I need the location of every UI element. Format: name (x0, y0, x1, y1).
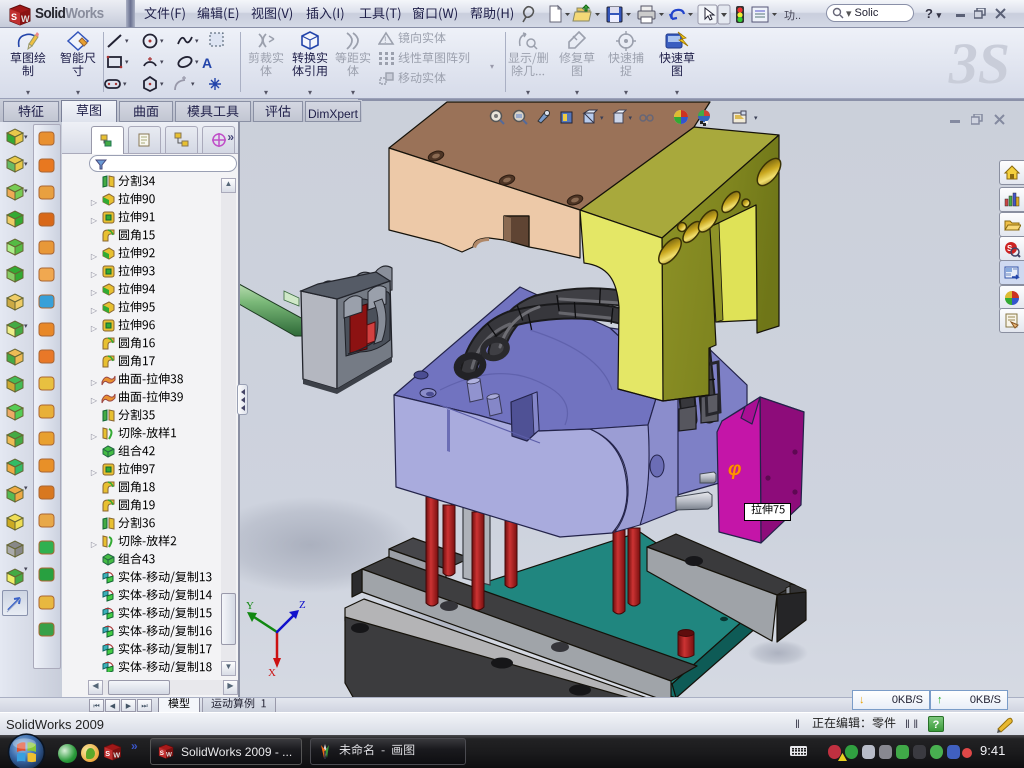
svg-text:Y: Y (246, 600, 254, 612)
svg-text:A: A (202, 55, 212, 71)
svg-text:W: W (21, 14, 30, 24)
svg-text:S: S (11, 12, 17, 22)
svg-text:Z: Z (299, 599, 306, 611)
svg-text:W: W (113, 751, 120, 760)
svg-text:S: S (160, 750, 164, 757)
svg-text:X: X (268, 667, 276, 679)
svg-text:!: ! (384, 35, 387, 45)
svg-text:S: S (105, 749, 110, 758)
svg-text:W: W (166, 751, 172, 758)
svg-text:功..: 功.. (784, 9, 801, 22)
